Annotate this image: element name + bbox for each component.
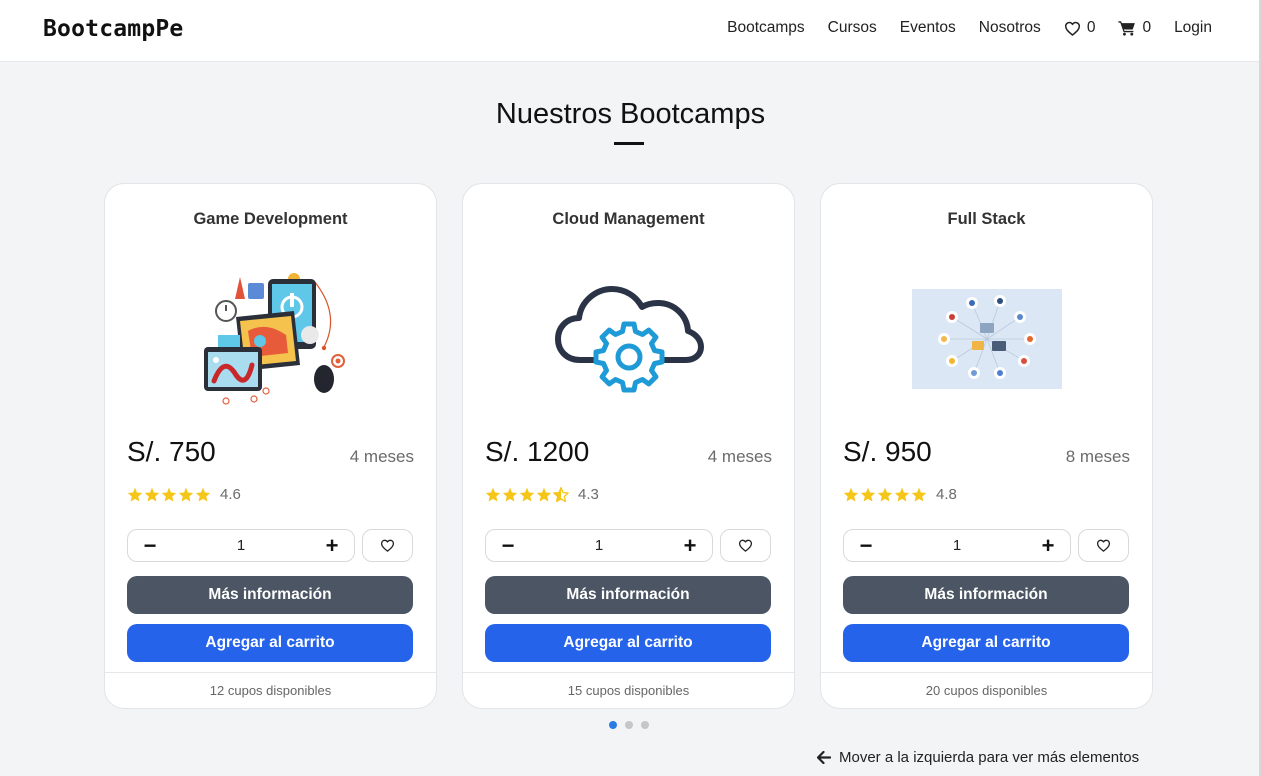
increase-quantity-button[interactable]: +	[682, 534, 698, 557]
star-icon	[536, 487, 552, 502]
navbar: BootcampPe Bootcamps Cursos Eventos Noso…	[0, 0, 1259, 62]
add-to-cart-button[interactable]: Agregar al carrito	[127, 624, 413, 662]
rating-stars	[485, 487, 569, 502]
favorites-count: 0	[1086, 19, 1096, 36]
add-to-cart-button[interactable]: Agregar al carrito	[843, 624, 1129, 662]
star-icon	[127, 487, 143, 502]
star-icon	[485, 487, 501, 502]
card-title: Game Development	[193, 210, 348, 228]
bootcamp-card-cloud-management: Cloud Management S/. 1200 4 meses 4.3 − …	[462, 183, 795, 709]
cart-icon	[1118, 21, 1136, 36]
section-title: Nuestros Bootcamps	[495, 98, 766, 130]
more-info-button[interactable]: Más información	[485, 576, 771, 614]
card-availability: 12 cupos disponibles	[105, 672, 436, 708]
arrow-left-icon	[817, 751, 831, 764]
cloud-gear-icon	[555, 286, 704, 393]
card-duration: 4 meses	[349, 447, 414, 466]
nav-link-cursos[interactable]: Cursos	[828, 19, 877, 37]
add-to-favorites-button[interactable]	[720, 529, 771, 562]
star-icon	[860, 487, 876, 502]
card-title: Cloud Management	[552, 210, 705, 228]
scroll-hint-text: Mover a la izquierda para ver más elemen…	[839, 749, 1140, 766]
card-image	[904, 264, 1070, 414]
card-price: S/. 750	[127, 436, 216, 467]
full-stack-diagram	[912, 289, 1062, 389]
star-icon	[502, 487, 518, 502]
card-duration: 4 meses	[707, 447, 772, 466]
more-info-button[interactable]: Más información	[127, 576, 413, 614]
star-icon	[178, 487, 194, 502]
add-to-favorites-button[interactable]	[362, 529, 413, 562]
heart-icon	[738, 539, 753, 552]
heart-icon	[1064, 21, 1080, 36]
nav-link-bootcamps[interactable]: Bootcamps	[727, 19, 805, 37]
add-to-favorites-button[interactable]	[1078, 529, 1129, 562]
rating-value: 4.6	[220, 486, 241, 503]
favorites-button[interactable]: 0	[1064, 19, 1096, 37]
card-rating: 4.3	[485, 486, 599, 503]
login-link[interactable]: Login	[1174, 19, 1212, 37]
main-nav: Bootcamps Cursos Eventos Nosotros 0 0 Lo…	[727, 19, 1212, 37]
bootcamp-card-full-stack: Full Stack S/. 950 8 meses 4.8 − 1 + Más…	[820, 183, 1153, 709]
card-price: S/. 1200	[485, 436, 590, 467]
star-half-icon	[553, 487, 569, 502]
heart-icon	[1096, 539, 1111, 552]
star-icon	[161, 487, 177, 502]
add-to-cart-button[interactable]: Agregar al carrito	[485, 624, 771, 662]
decrease-quantity-button[interactable]: −	[500, 534, 516, 557]
card-availability: 20 cupos disponibles	[821, 672, 1152, 708]
card-rating: 4.8	[843, 486, 957, 503]
bootcamp-card-game-development: Game Development S/. 750 4 meses 4.6 − 1…	[104, 183, 437, 709]
decrease-quantity-button[interactable]: −	[142, 534, 158, 557]
card-price: S/. 950	[843, 436, 932, 467]
cart-button[interactable]: 0	[1118, 19, 1151, 37]
card-title: Full Stack	[947, 210, 1026, 228]
increase-quantity-button[interactable]: +	[1040, 534, 1056, 557]
quantity-value[interactable]: 1	[953, 537, 961, 554]
carousel-dot-1[interactable]	[609, 721, 617, 729]
quantity-stepper: − 1 +	[843, 529, 1071, 562]
star-icon	[519, 487, 535, 502]
title-underline	[614, 142, 644, 145]
rating-stars	[127, 487, 211, 502]
card-availability: 15 cupos disponibles	[463, 672, 794, 708]
rating-value: 4.3	[578, 486, 599, 503]
card-duration: 8 meses	[1065, 447, 1130, 466]
star-icon	[843, 487, 859, 502]
quantity-value[interactable]: 1	[595, 537, 603, 554]
brand-logo[interactable]: BootcampPe	[43, 16, 183, 42]
rating-value: 4.8	[936, 486, 957, 503]
card-rating: 4.6	[127, 486, 241, 503]
card-image	[188, 264, 354, 414]
game-development-illustration	[204, 273, 345, 405]
carousel-pagination	[609, 721, 649, 729]
star-icon	[877, 487, 893, 502]
nav-link-eventos[interactable]: Eventos	[900, 19, 956, 37]
cart-count: 0	[1142, 19, 1152, 36]
star-icon	[911, 487, 927, 502]
rating-stars	[843, 487, 927, 502]
quantity-stepper: − 1 +	[485, 529, 713, 562]
decrease-quantity-button[interactable]: −	[858, 534, 874, 557]
more-info-button[interactable]: Más información	[843, 576, 1129, 614]
quantity-stepper: − 1 +	[127, 529, 355, 562]
increase-quantity-button[interactable]: +	[324, 534, 340, 557]
carousel-dot-2[interactable]	[625, 721, 633, 729]
heart-icon	[380, 539, 395, 552]
card-image	[546, 264, 712, 414]
carousel-dot-3[interactable]	[641, 721, 649, 729]
quantity-value[interactable]: 1	[237, 537, 245, 554]
scroll-hint: Mover a la izquierda para ver más elemen…	[817, 749, 1139, 766]
star-icon	[144, 487, 160, 502]
nav-link-nosotros[interactable]: Nosotros	[979, 19, 1041, 37]
star-icon	[195, 487, 211, 502]
star-icon	[894, 487, 910, 502]
